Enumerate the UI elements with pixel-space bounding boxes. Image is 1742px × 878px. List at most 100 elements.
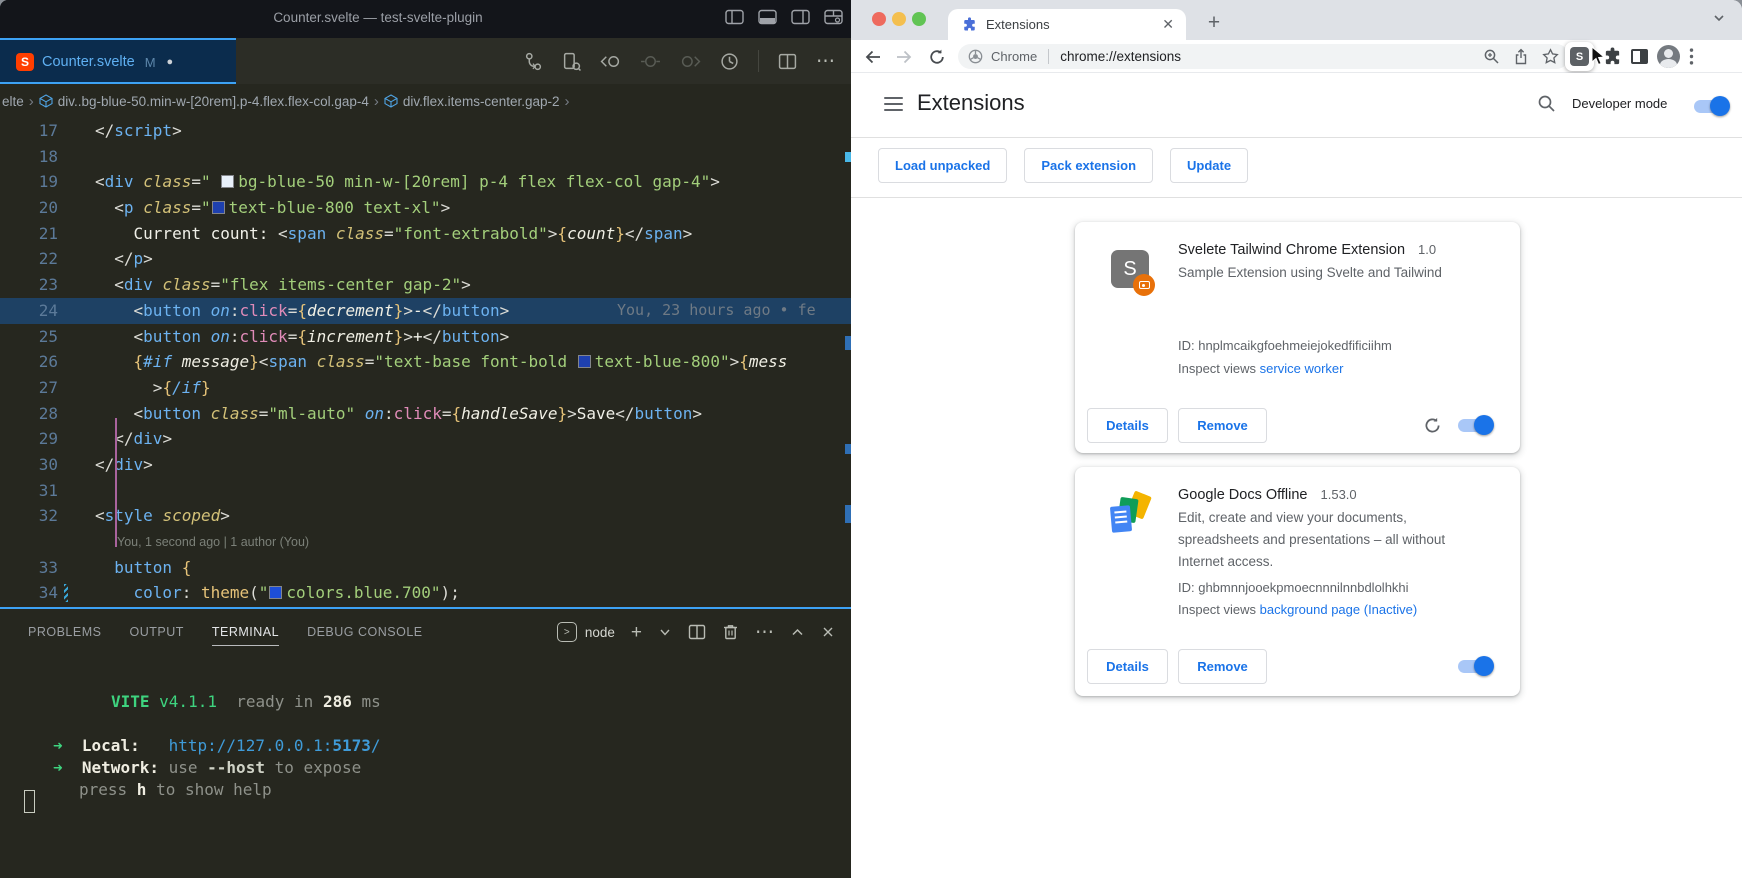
navigate-forward-icon[interactable] bbox=[680, 52, 701, 71]
menu-hamburger-icon[interactable] bbox=[884, 97, 903, 111]
toggle-panel-icon[interactable] bbox=[758, 9, 777, 25]
extension-enabled-toggle[interactable] bbox=[1458, 419, 1492, 432]
code-line[interactable]: 31 bbox=[0, 478, 851, 504]
zoom-icon[interactable] bbox=[1483, 48, 1500, 65]
svelte-icon: S bbox=[16, 53, 34, 71]
code-line[interactable]: 30</div> bbox=[0, 452, 851, 478]
terminal-output[interactable]: VITE v4.1.1 ready in 286 ms➜ Local: http… bbox=[0, 655, 851, 878]
close-panel-icon[interactable] bbox=[821, 625, 835, 639]
tab-counter-svelte[interactable]: S Counter.svelte M ● bbox=[0, 38, 236, 84]
code-line[interactable]: 21 Current count: <span class="font-extr… bbox=[0, 221, 851, 247]
panel-tab-problems[interactable]: PROBLEMS bbox=[28, 625, 101, 639]
address-bar[interactable]: Chrome chrome://extensions bbox=[958, 44, 1569, 69]
extension-card: SSvelete Tailwind Chrome Extension1.0Sam… bbox=[1075, 222, 1520, 453]
code-editor[interactable]: 17</script>1819<div class=" bg-blue-50 m… bbox=[0, 118, 851, 607]
details-button[interactable]: Details bbox=[1087, 649, 1168, 684]
reload-button[interactable] bbox=[925, 45, 949, 69]
code-line[interactable]: 18 bbox=[0, 144, 851, 170]
svelte-extension-action-icon[interactable]: S bbox=[1565, 42, 1594, 71]
chrome-toolbar: Chrome chrome://extensions S bbox=[851, 40, 1742, 73]
code-line[interactable]: 17</script> bbox=[0, 118, 851, 144]
tab-close-icon[interactable]: ✕ bbox=[1162, 16, 1174, 33]
line-number: 19 bbox=[0, 169, 58, 195]
chrome-menu-kebab-icon[interactable] bbox=[1689, 48, 1694, 65]
terminal-shell-label[interactable]: node bbox=[585, 625, 615, 640]
panel-tab-terminal[interactable]: TERMINAL bbox=[212, 625, 279, 646]
customize-layout-icon[interactable] bbox=[824, 9, 843, 25]
pack-extension-button[interactable]: Pack extension bbox=[1024, 148, 1153, 183]
line-number: 27 bbox=[0, 375, 58, 401]
code-line[interactable]: 33 button { bbox=[0, 555, 851, 581]
code-line[interactable]: 26 {#if message}<span class="text-base f… bbox=[0, 349, 851, 375]
kill-terminal-trash-icon[interactable] bbox=[722, 623, 739, 641]
breadcrumb-segment[interactable]: div..bg-blue-50.min-w-[20rem].p-4.flex.f… bbox=[58, 94, 369, 109]
toggle-secondary-sidebar-icon[interactable] bbox=[791, 9, 810, 25]
extension-puzzle-favicon bbox=[962, 17, 977, 32]
toggle-primary-sidebar-icon[interactable] bbox=[725, 9, 744, 25]
breadcrumb[interactable]: elte›div..bg-blue-50.min-w-[20rem].p-4.f… bbox=[0, 84, 851, 118]
timeline-run-icon[interactable] bbox=[720, 52, 739, 71]
load-unpacked-button[interactable]: Load unpacked bbox=[878, 148, 1007, 183]
reload-extension-icon[interactable] bbox=[1423, 416, 1442, 440]
new-terminal-icon[interactable]: + bbox=[631, 623, 642, 642]
blame-annotation-line[interactable]: You, 1 second ago | 1 author (You) bbox=[0, 529, 851, 555]
navigate-back-icon[interactable] bbox=[600, 52, 621, 71]
inspect-view-link[interactable]: background page (Inactive) bbox=[1260, 602, 1418, 617]
extension-id: ID: hnplmcaikgfoehmeiejokedfificiihm bbox=[1178, 338, 1392, 353]
zoom-window-icon[interactable] bbox=[912, 12, 926, 26]
update-button[interactable]: Update bbox=[1170, 148, 1248, 183]
color-swatch-icon[interactable] bbox=[221, 175, 234, 188]
tab-label: Counter.svelte bbox=[42, 54, 135, 70]
code-line[interactable]: 28 <button class="ml-auto" on:click={han… bbox=[0, 401, 851, 427]
color-swatch-icon[interactable] bbox=[212, 201, 225, 214]
code-line[interactable]: 27 >{/if} bbox=[0, 375, 851, 401]
share-icon[interactable] bbox=[1513, 48, 1529, 65]
code-line[interactable]: 23 <div class="flex items-center gap-2"> bbox=[0, 272, 851, 298]
extensions-toolbar-buttons: Load unpacked Pack extension Update bbox=[878, 148, 1248, 183]
minimize-window-icon[interactable] bbox=[892, 12, 906, 26]
split-terminal-icon[interactable] bbox=[688, 623, 706, 641]
split-editor-icon[interactable] bbox=[778, 52, 797, 71]
code-line[interactable]: 25 <button on:click={increment}>+</butto… bbox=[0, 324, 851, 350]
code-line[interactable]: 29 </div> bbox=[0, 426, 851, 452]
breadcrumb-segment[interactable]: elte bbox=[2, 94, 24, 109]
panel-more-actions-icon[interactable]: ⋯ bbox=[755, 623, 774, 642]
profile-avatar[interactable] bbox=[1657, 45, 1680, 68]
color-swatch-icon[interactable] bbox=[269, 586, 282, 599]
launch-profile-chevron-icon[interactable] bbox=[658, 625, 672, 639]
remove-button[interactable]: Remove bbox=[1178, 649, 1267, 684]
remove-button[interactable]: Remove bbox=[1178, 408, 1267, 443]
line-number: 34 bbox=[0, 580, 58, 606]
code-line[interactable]: 22 </p> bbox=[0, 246, 851, 272]
bookmark-star-icon[interactable] bbox=[1542, 48, 1559, 65]
address-url[interactable]: chrome://extensions bbox=[1060, 49, 1181, 64]
side-panel-icon[interactable] bbox=[1631, 49, 1648, 64]
tab-search-chevron-icon[interactable] bbox=[1711, 10, 1727, 26]
code-line[interactable]: 24 <button on:click={decrement}>-</butto… bbox=[0, 298, 851, 324]
panel-tab-debug-console[interactable]: DEBUG CONSOLE bbox=[307, 625, 423, 639]
details-button[interactable]: Details bbox=[1087, 408, 1168, 443]
close-window-icon[interactable] bbox=[872, 12, 886, 26]
extension-enabled-toggle[interactable] bbox=[1458, 660, 1492, 673]
code-line[interactable]: 32<style scoped> bbox=[0, 503, 851, 529]
back-button[interactable] bbox=[861, 45, 885, 69]
more-actions-icon[interactable]: ⋯ bbox=[816, 52, 835, 71]
developer-mode-toggle[interactable] bbox=[1694, 100, 1728, 113]
source-control-graph-icon[interactable] bbox=[524, 52, 543, 71]
tab-title: Extensions bbox=[986, 17, 1162, 32]
breadcrumb-segment[interactable]: div.flex.items-center.gap-2 bbox=[403, 94, 560, 109]
tab-extensions[interactable]: Extensions ✕ bbox=[948, 9, 1186, 40]
circle-ref-icon[interactable] bbox=[640, 52, 661, 71]
maximize-panel-icon[interactable] bbox=[790, 625, 805, 639]
dirty-indicator-icon[interactable]: ● bbox=[167, 56, 174, 68]
new-tab-button[interactable]: + bbox=[1199, 8, 1229, 38]
inspect-view-link[interactable]: service worker bbox=[1260, 361, 1344, 376]
open-changes-icon[interactable] bbox=[562, 52, 581, 71]
panel-tab-output[interactable]: OUTPUT bbox=[129, 625, 183, 639]
color-swatch-icon[interactable] bbox=[578, 355, 591, 368]
code-line[interactable]: 19<div class=" bg-blue-50 min-w-[20rem] … bbox=[0, 169, 851, 195]
search-icon[interactable] bbox=[1537, 94, 1556, 113]
code-line[interactable]: 34 color: theme("colors.blue.700"); bbox=[0, 580, 851, 606]
code-line[interactable]: 20 <p class="text-blue-800 text-xl"> bbox=[0, 195, 851, 221]
forward-button[interactable] bbox=[892, 45, 916, 69]
